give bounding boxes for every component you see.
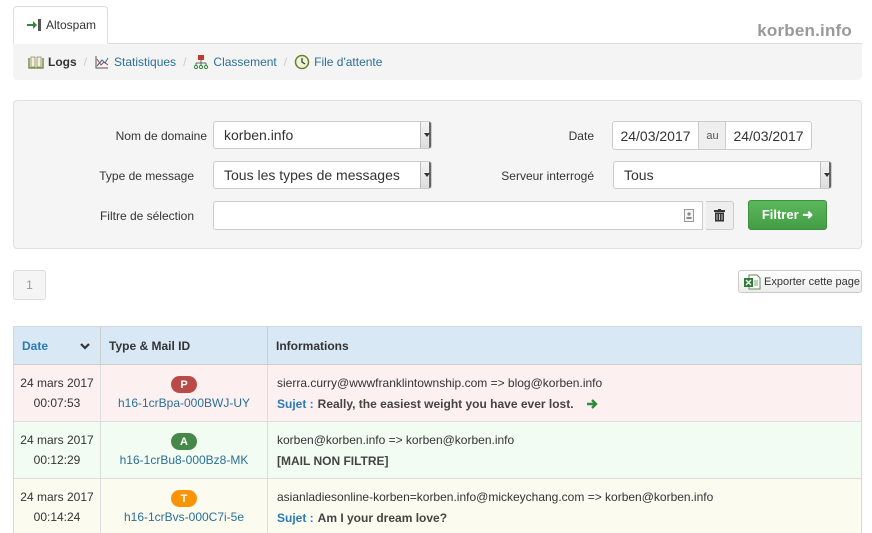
- trash-icon: [714, 209, 725, 222]
- domain-label: Nom de domaine: [115, 129, 207, 143]
- mail-subject: [MAIL NON FILTRE]: [277, 454, 861, 468]
- clear-filter-button[interactable]: [706, 201, 734, 230]
- mail-route: sierra.curry@wwwfranklintownship.com => …: [277, 375, 603, 390]
- type-cell: P h16-1crBpa-000BWJ-UY: [101, 365, 268, 421]
- domain-select[interactable]: korben.info: [213, 121, 432, 149]
- date-to-input[interactable]: 24/03/2017: [725, 121, 812, 150]
- brand-logo: korben.info: [757, 21, 852, 40]
- info-cell: korben@korben.info => korben@korben.info…: [268, 422, 861, 478]
- book-icon: [28, 56, 44, 69]
- date-cell: 24 mars 2017 00:12:29: [14, 422, 101, 478]
- date-cell: 24 mars 2017 00:14:24: [14, 479, 101, 533]
- mail-subject: Sujet : Really, the easiest weight you h…: [277, 397, 861, 411]
- breadcrumb-file-attente[interactable]: File d'attente: [294, 54, 382, 70]
- type-cell: T h16-1crBvs-000C7i-5e: [101, 479, 268, 533]
- subject-text: Am I your dream love?: [317, 510, 448, 525]
- mail-id-link[interactable]: h16-1crBpa-000BWJ-UY: [118, 396, 250, 410]
- table-row[interactable]: 24 mars 2017 00:14:24 T h16-1crBvs-000C7…: [14, 479, 861, 533]
- chevron-down-icon: [420, 122, 431, 148]
- row-time: 00:07:53: [33, 396, 81, 410]
- breadcrumb: Logs / Statistiques / Classement / File …: [13, 44, 862, 80]
- mail-subject: Sujet : Am I your dream love?: [277, 511, 861, 525]
- export-page-button[interactable]: Exporter cette page: [738, 270, 862, 293]
- row-date: 24 mars 2017: [20, 490, 94, 504]
- hierarchy-icon: [194, 55, 209, 70]
- table-row[interactable]: 24 mars 2017 00:12:29 A h16-1crBu8-000Bz…: [14, 422, 861, 479]
- pagination-page-1[interactable]: 1: [13, 270, 46, 300]
- table-header: Date Type & Mail ID Informations: [14, 327, 861, 365]
- breadcrumb-classement[interactable]: Classement: [193, 54, 277, 70]
- tab-altospam[interactable]: Altospam: [13, 6, 108, 44]
- breadcrumb-separator: /: [183, 55, 187, 69]
- column-header-type: Type & Mail ID: [101, 327, 268, 364]
- message-type-label: Type de message: [99, 169, 194, 183]
- chevron-down-icon: [420, 162, 431, 188]
- chevron-down-icon: [820, 162, 831, 188]
- column-header-info: Informations: [276, 338, 349, 353]
- subject-text: Really, the easiest weight you have ever…: [317, 396, 574, 411]
- type-badge: T: [171, 490, 197, 507]
- mail-route: asianladiesonline-korben=korben.info@mic…: [277, 489, 714, 504]
- tab-label: Altospam: [46, 18, 97, 32]
- date-separator: au: [699, 121, 726, 150]
- row-time: 00:14:24: [33, 510, 81, 524]
- type-badge: P: [171, 376, 197, 393]
- excel-icon: [744, 274, 761, 289]
- subject-key: Sujet :: [277, 510, 314, 525]
- breadcrumb-separator: /: [83, 55, 88, 69]
- row-date: 24 mars 2017: [20, 433, 94, 447]
- contact-card-icon: [684, 209, 694, 222]
- subject-key: Sujet :: [277, 396, 314, 411]
- filter-panel: Nom de domaine korben.info Type de messa…: [13, 100, 862, 249]
- clock-icon: [294, 54, 310, 70]
- date-cell: 24 mars 2017 00:07:53: [14, 365, 101, 421]
- tab-bar: Altospam korben.info: [13, 6, 862, 44]
- row-date: 24 mars 2017: [20, 376, 94, 390]
- filter-button[interactable]: Filtrer ➜: [748, 200, 827, 230]
- server-select[interactable]: Tous: [613, 161, 832, 189]
- date-label: Date: [568, 129, 594, 143]
- login-arrow-icon: [26, 18, 42, 32]
- server-label: Serveur interrogé: [501, 169, 594, 183]
- breadcrumb-logs[interactable]: Logs: [28, 54, 77, 70]
- chart-icon: [95, 56, 109, 69]
- type-badge: A: [171, 433, 197, 450]
- selection-filter-label: Filtre de sélection: [99, 209, 194, 223]
- arrow-right-icon[interactable]: [586, 398, 600, 409]
- mail-id-link[interactable]: h16-1crBvs-000C7i-5e: [124, 510, 244, 524]
- selection-filter-input[interactable]: [213, 201, 703, 230]
- mail-route: korben@korben.info => korben@korben.info: [277, 432, 515, 447]
- column-header-date[interactable]: Date: [14, 327, 101, 364]
- subject-text: [MAIL NON FILTRE]: [277, 453, 389, 468]
- logs-table: Date Type & Mail ID Informations 24 mars…: [13, 326, 862, 533]
- mail-id-link[interactable]: h16-1crBu8-000Bz8-MK: [120, 453, 249, 467]
- breadcrumb-separator: /: [283, 55, 288, 69]
- breadcrumb-statistiques[interactable]: Statistiques: [94, 54, 176, 70]
- date-from-input[interactable]: 24/03/2017: [612, 121, 699, 150]
- info-cell: asianladiesonline-korben=korben.info@mic…: [268, 479, 861, 533]
- table-row[interactable]: 24 mars 2017 00:07:53 P h16-1crBpa-000BW…: [14, 365, 861, 422]
- message-type-select[interactable]: Tous les types de messages: [213, 161, 432, 189]
- row-time: 00:12:29: [33, 453, 81, 467]
- info-cell: sierra.curry@wwwfranklintownship.com => …: [268, 365, 861, 421]
- sort-chevron-down-icon: [80, 343, 90, 350]
- type-cell: A h16-1crBu8-000Bz8-MK: [101, 422, 268, 478]
